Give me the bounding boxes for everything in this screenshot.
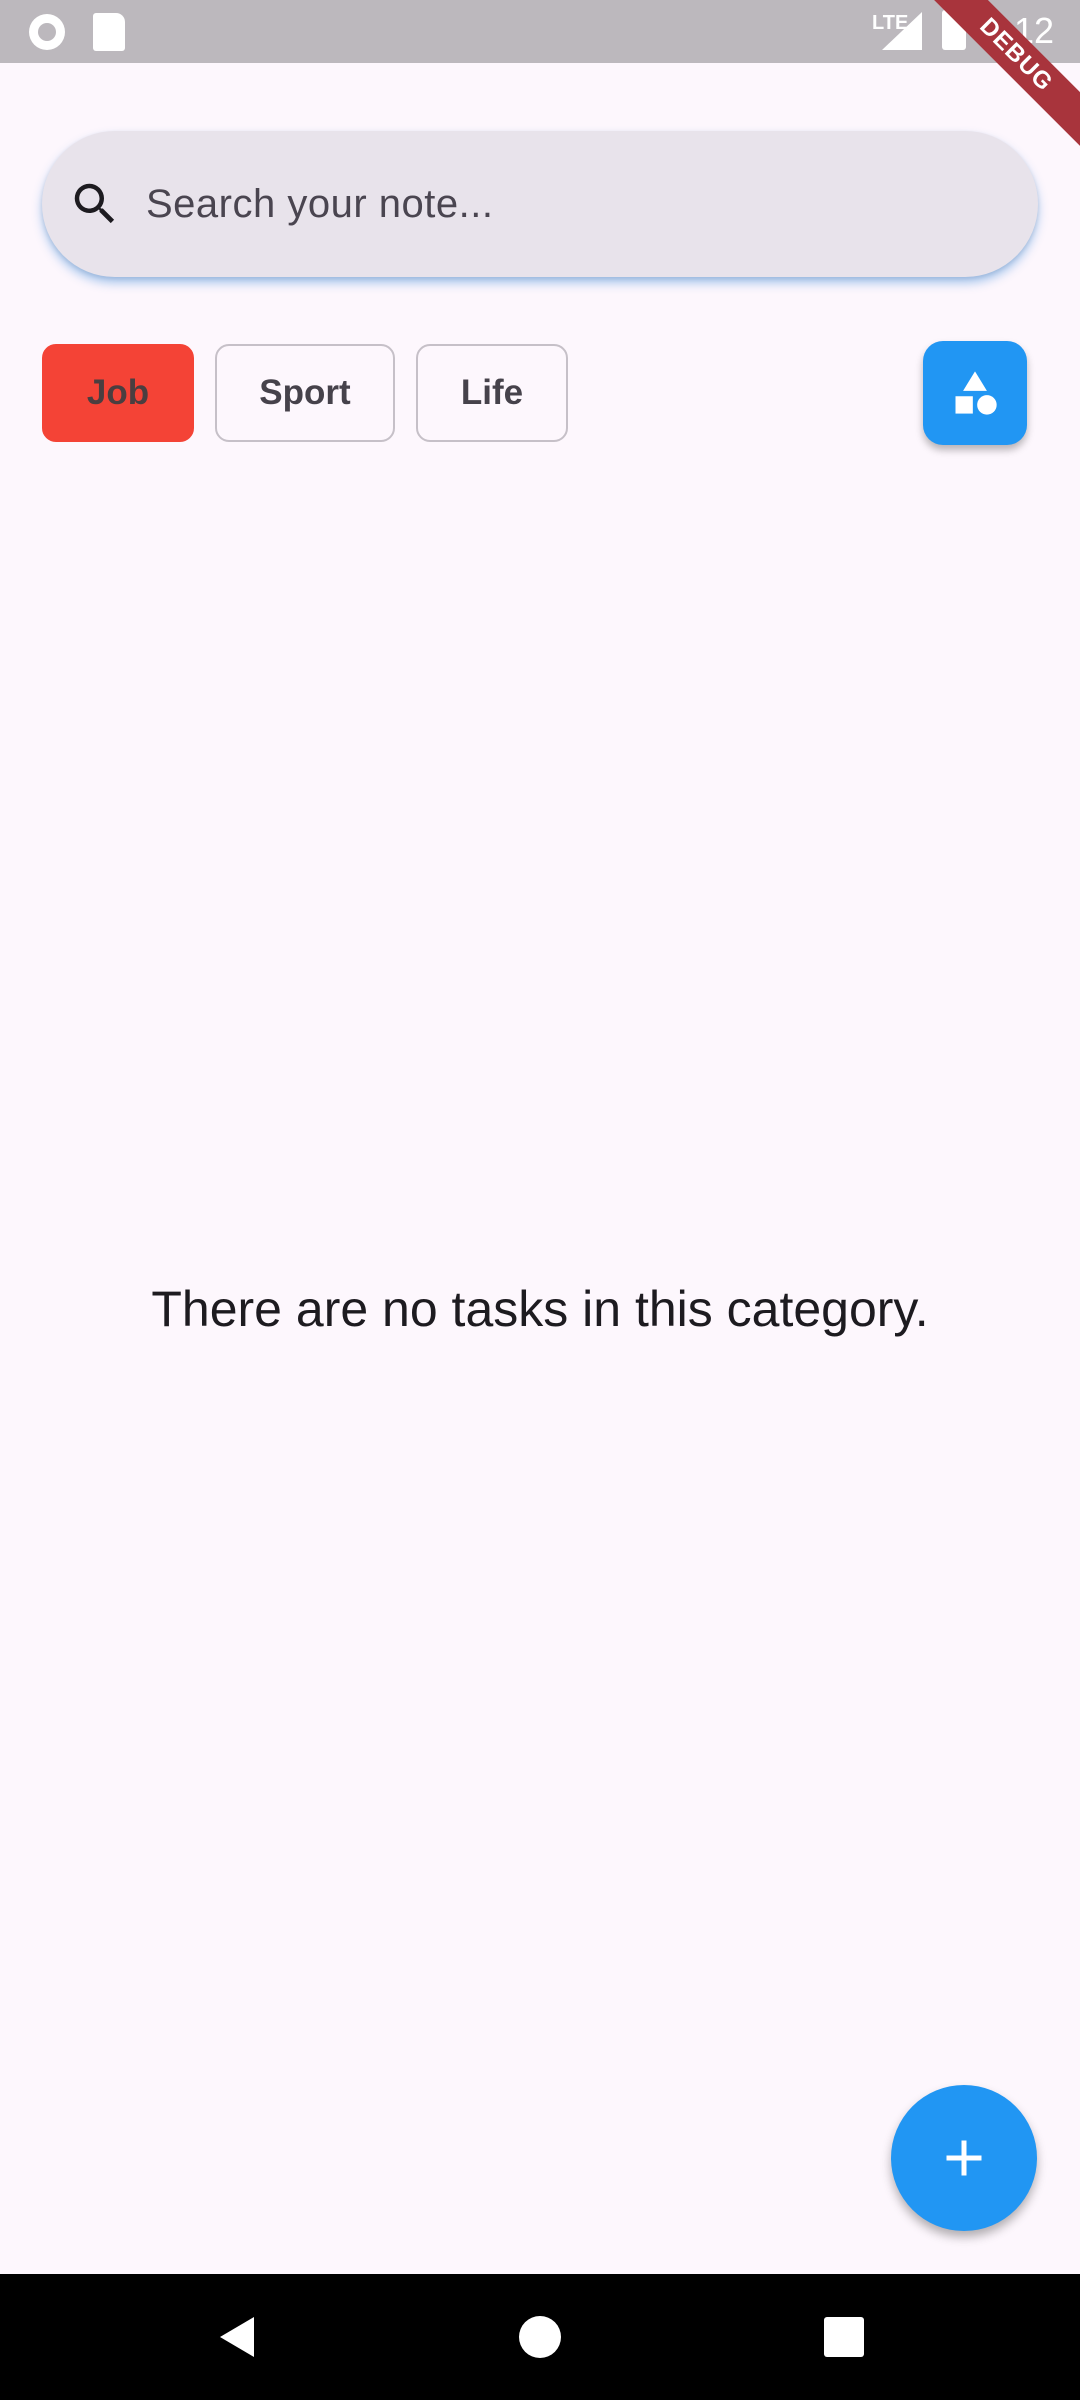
plus-icon [946,2140,982,2176]
category-chip-label: Life [460,373,524,412]
app-screen: LTE 6:12 DEBUG Job Sport Life There are … [0,0,1080,2400]
category-chip-label: Job [86,373,150,412]
category-chip-life[interactable]: Life [416,344,568,442]
back-icon[interactable] [214,2314,260,2360]
category-chip-sport[interactable]: Sport [215,344,395,442]
category-chip-label: Sport [259,373,351,412]
recents-icon[interactable] [824,2317,864,2357]
home-icon[interactable] [519,2316,561,2358]
sd-card-icon [93,13,125,51]
system-nav-bar [0,2274,1080,2400]
battery-icon [942,6,966,50]
empty-state-message: There are no tasks in this category. [151,1281,929,1337]
notification-dot-icon [29,14,65,50]
search-icon [74,183,115,224]
cell-signal-icon [882,12,922,50]
search-bar[interactable] [42,131,1038,277]
search-input[interactable] [146,166,986,242]
add-note-button[interactable] [891,2085,1037,2231]
status-time: 6:12 [984,10,1055,51]
manage-categories-button[interactable] [923,341,1027,445]
status-bar: LTE 6:12 [0,0,1080,63]
category-shapes-icon [955,371,997,415]
category-chip-job[interactable]: Job [42,344,194,442]
